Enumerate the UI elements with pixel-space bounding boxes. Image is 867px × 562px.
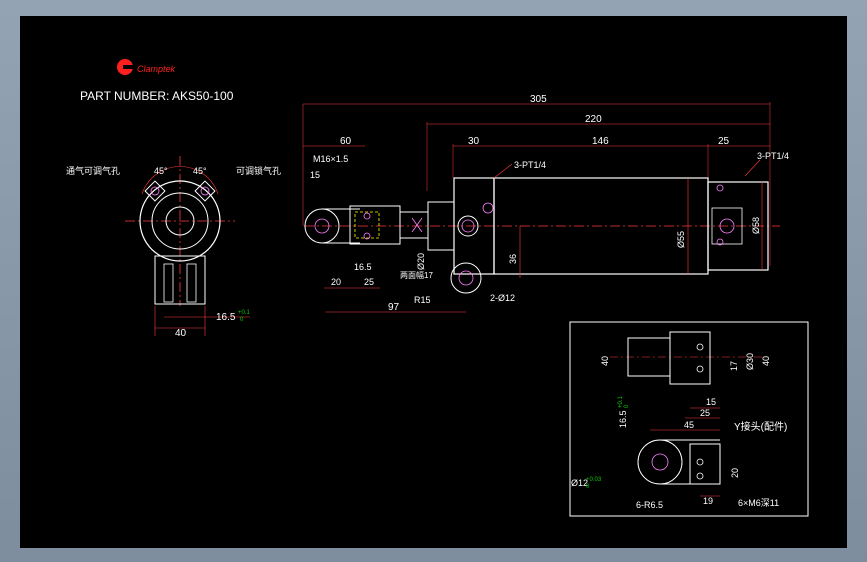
port-left-label: 通气可调气孔 (66, 165, 120, 176)
dim-16-5: 16.5 (354, 262, 372, 272)
end-dim-slot-tol-upper: +0.1 (238, 310, 251, 316)
end-view: 45° 45° 通气可调气孔 可调锁气孔 40 16.5 +0.1 0 (66, 156, 281, 339)
dim-b: 146 (592, 136, 609, 147)
dim-flats: 两面幅17 (400, 270, 433, 280)
brand-logo: Clamptek (117, 59, 176, 75)
detail-title: Y接头(配件) (734, 420, 787, 433)
detail-dim-17: 17 (729, 361, 739, 371)
dim-bore: Ø55 (676, 231, 686, 248)
detail-slot-dim: 16.5 (618, 410, 628, 428)
detail-dim-19: 19 (703, 496, 713, 506)
drawing-canvas[interactable]: Clamptek PART NUMBER: AKS50-100 45° 45° … (20, 16, 847, 548)
logo-text: Clamptek (137, 64, 176, 74)
detail-radius-note: 6-R6.5 (636, 500, 663, 510)
side-view: 305 220 60 30 146 25 M16×1.5 15 16.5 20 … (302, 94, 789, 313)
dim-body-dia: Ø58 (751, 217, 761, 234)
viewport-frame: Clamptek PART NUMBER: AKS50-100 45° 45° … (0, 0, 867, 562)
dim-25: 25 (364, 277, 374, 287)
port-right-callout: 3-PT1/4 (757, 151, 789, 161)
port-left-angle: 45° (154, 166, 168, 176)
dim-36: 36 (508, 254, 518, 264)
end-dim-width: 40 (175, 328, 187, 339)
dim-overall: 305 (530, 94, 547, 105)
dim-15: 15 (310, 170, 320, 180)
dim-c: 25 (718, 136, 730, 147)
end-dim-slot-tol-lower: 0 (240, 317, 244, 323)
dim-rod-dia: Ø20 (416, 253, 426, 270)
detail-hole-tol: +0.03 (586, 477, 602, 483)
port-right-angle: 45° (193, 166, 207, 176)
detail-dim-20: 20 (730, 468, 740, 478)
detail-dim-40-right: 40 (761, 356, 771, 366)
detail-dim-25: 25 (700, 408, 710, 418)
dim-a: 30 (468, 136, 480, 147)
dim-thread: M16×1.5 (313, 154, 348, 164)
detail-hole-tol-lower: 0 (586, 484, 590, 490)
port-right-label: 可调锁气孔 (236, 165, 281, 176)
detail-dim-30: Ø30 (745, 353, 755, 370)
end-dim-slot: 16.5 (216, 312, 236, 323)
dim-radius: R15 (414, 295, 431, 305)
dim-body: 220 (585, 114, 602, 125)
dim-20: 20 (331, 277, 341, 287)
dim-97: 97 (388, 302, 400, 313)
dim-pin-holes: 2-Ø12 (490, 293, 515, 303)
detail-view: 40 17 Ø30 40 15 25 45 Y接头(配件) 16.5 +0.1 … (569, 321, 809, 517)
part-number: PART NUMBER: AKS50-100 (80, 89, 234, 103)
detail-dim-15: 15 (706, 397, 716, 407)
detail-slot-tol-lower: 0 (624, 404, 630, 408)
detail-dim-40-left: 40 (600, 356, 610, 366)
cad-drawing: Clamptek PART NUMBER: AKS50-100 45° 45° … (66, 59, 809, 517)
detail-thread-note: 6×M6深11 (738, 498, 779, 508)
dim-head: 60 (340, 136, 352, 147)
detail-dim-45: 45 (684, 420, 694, 430)
port-left-callout: 3-PT1/4 (514, 160, 546, 170)
